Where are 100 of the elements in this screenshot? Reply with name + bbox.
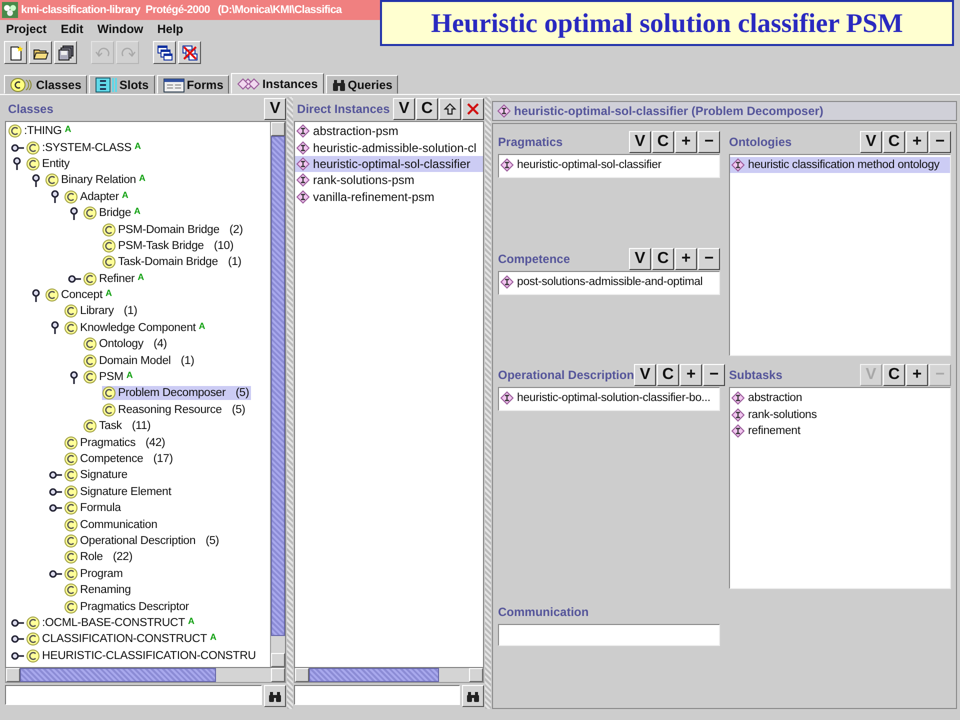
toolbar-button[interactable]: C (883, 364, 906, 386)
search-field[interactable] (5, 685, 262, 705)
menu-item[interactable]: Edit (60, 22, 84, 36)
tree-item[interactable]: Bridge A (83, 206, 142, 220)
tree-item[interactable]: Reasoning Resource (5) (102, 402, 248, 417)
tree-item[interactable]: :SYSTEM-CLASS A (26, 140, 143, 155)
expanded-handle-icon[interactable] (50, 321, 60, 334)
expanded-handle-icon[interactable] (50, 190, 60, 204)
tab[interactable]: Queries (326, 75, 398, 94)
toolbar-button[interactable]: V (634, 364, 656, 386)
tree-item[interactable]: Signature Element (64, 484, 174, 499)
instance-item[interactable]: vanilla-refinement-psm (295, 188, 484, 205)
tree-item[interactable]: Problem Decomposer (5) (102, 386, 252, 400)
expanded-handle-icon[interactable] (69, 370, 79, 384)
instance-item[interactable]: abstraction (730, 390, 950, 406)
tab[interactable]: Classes (4, 75, 88, 94)
toolbar-button[interactable]: C (652, 131, 674, 153)
tree-item[interactable]: PSM A (83, 370, 135, 384)
toolbar-button[interactable]: C (657, 364, 680, 386)
value-list[interactable]: heuristic classification method ontology (729, 154, 952, 356)
tab[interactable]: Instances (231, 73, 324, 94)
toolbar-button[interactable]: + (675, 131, 698, 153)
tree-item[interactable]: PSM-Task Bridge (10) (102, 238, 236, 253)
tree-item[interactable]: Refiner A (83, 272, 146, 286)
toolbar-button[interactable]: V (393, 98, 416, 120)
toolbar-button[interactable]: V (629, 131, 652, 153)
tree-item[interactable]: Program (64, 566, 125, 581)
tree-item[interactable]: HEURISTIC-CLASSIFICATION-CONSTRU (26, 648, 258, 663)
tree-item[interactable]: Library (1) (64, 304, 140, 318)
value-list[interactable]: post-solutions-admissible-and-optimal (498, 271, 720, 295)
vertical-scrollbar[interactable] (270, 122, 286, 667)
value-list[interactable]: heuristic-optimal-solution-classifier-bo... (498, 387, 720, 411)
tree-item[interactable]: Pragmatics Descriptor (64, 600, 191, 614)
toolbar-button[interactable]: + (906, 364, 928, 386)
toolbar-button[interactable]: − (698, 248, 720, 270)
tree-item[interactable]: Task (11) (83, 419, 153, 434)
instance-item[interactable]: heuristic classification method ontology (730, 157, 950, 174)
tree-item[interactable]: Adapter A (64, 190, 130, 204)
collapsed-handle-icon[interactable] (10, 650, 24, 661)
instance-item[interactable]: heuristic-optimal-sol-classifier (295, 156, 484, 172)
instance-item[interactable]: heuristic-admissible-solution-cl (295, 139, 484, 156)
instance-item[interactable]: abstraction-psm (295, 123, 484, 140)
tree-item[interactable]: :OCML-BASE-CONSTRUCT A (26, 616, 196, 630)
menu-item[interactable]: Project (6, 22, 47, 36)
toolbar-button[interactable]: V (264, 98, 286, 120)
toolbar-button[interactable]: V (629, 248, 652, 270)
toolbar-button[interactable]: V (860, 131, 882, 153)
tree-item[interactable]: Operational Description (5) (64, 534, 222, 548)
horizontal-scrollbar[interactable] (5, 668, 286, 683)
expanded-handle-icon[interactable] (31, 288, 41, 302)
value-list[interactable]: heuristic-optimal-sol-classifier (498, 154, 720, 178)
toolbar-button[interactable]: C (652, 248, 674, 270)
tree-item[interactable]: Renaming (64, 583, 133, 598)
expanded-handle-icon[interactable] (12, 157, 22, 170)
collapsed-handle-icon[interactable] (48, 486, 62, 497)
input-field[interactable] (498, 624, 720, 646)
tree-item[interactable]: Concept A (45, 288, 114, 302)
instance-item[interactable]: refinement (730, 422, 950, 440)
tree-item[interactable]: Communication (64, 518, 160, 532)
instance-item[interactable]: rank-solutions (730, 406, 950, 423)
menu-item[interactable]: Window (97, 22, 144, 36)
instance-item[interactable]: rank-solutions-psm (295, 172, 484, 189)
toolbar-button[interactable]: − (929, 131, 952, 153)
collapsed-handle-icon[interactable] (48, 503, 62, 514)
menu-item[interactable]: Help (157, 22, 184, 36)
collapsed-handle-icon[interactable] (68, 274, 80, 284)
instance-item[interactable]: heuristic-optimal-sol-classifier (499, 157, 720, 174)
expanded-handle-icon[interactable] (31, 174, 41, 187)
search-field[interactable] (294, 685, 460, 705)
tree-item[interactable]: Competence (17) (64, 452, 175, 466)
tree-item[interactable]: Pragmatics (42) (64, 436, 168, 450)
tree-item[interactable]: Formula (64, 501, 123, 516)
collapsed-handle-icon[interactable] (48, 470, 62, 480)
tab[interactable]: Slots (89, 75, 155, 94)
toolbar-button[interactable]: + (680, 364, 702, 386)
tree-item[interactable]: :THING A (8, 124, 74, 138)
tab[interactable]: Forms (156, 75, 230, 94)
collapsed-handle-icon[interactable] (10, 634, 24, 644)
find-button[interactable] (462, 685, 484, 707)
expanded-handle-icon[interactable] (69, 206, 79, 220)
tree-item[interactable]: Role (22) (64, 550, 135, 564)
toolbar-button[interactable]: + (906, 131, 928, 153)
collapsed-handle-icon[interactable] (10, 142, 24, 153)
horizontal-scrollbar[interactable] (294, 668, 484, 683)
toolbar-button[interactable]: C (883, 131, 906, 153)
tree-item[interactable]: Ontology (4) (83, 337, 169, 352)
find-button[interactable] (264, 685, 286, 707)
instance-item[interactable]: post-solutions-admissible-and-optimal (499, 274, 720, 290)
toolbar-button[interactable]: C (416, 98, 438, 120)
value-list[interactable]: abstraction rank-solutions refinement (729, 387, 952, 589)
tree-item[interactable]: CLASSIFICATION-CONSTRUCT A (26, 632, 218, 646)
tree-item[interactable]: Signature (64, 468, 130, 482)
toolbar-button[interactable]: + (675, 248, 698, 270)
toolbar-button[interactable]: − (703, 364, 726, 386)
collapsed-handle-icon[interactable] (48, 568, 62, 579)
toolbar-button[interactable]: − (698, 131, 720, 153)
instance-item[interactable]: heuristic-optimal-solution-classifier-bo... (499, 390, 720, 406)
tree-item[interactable]: Domain Model (1) (83, 354, 196, 368)
tree-item[interactable]: Binary Relation A (45, 173, 148, 188)
collapsed-handle-icon[interactable] (10, 618, 24, 628)
